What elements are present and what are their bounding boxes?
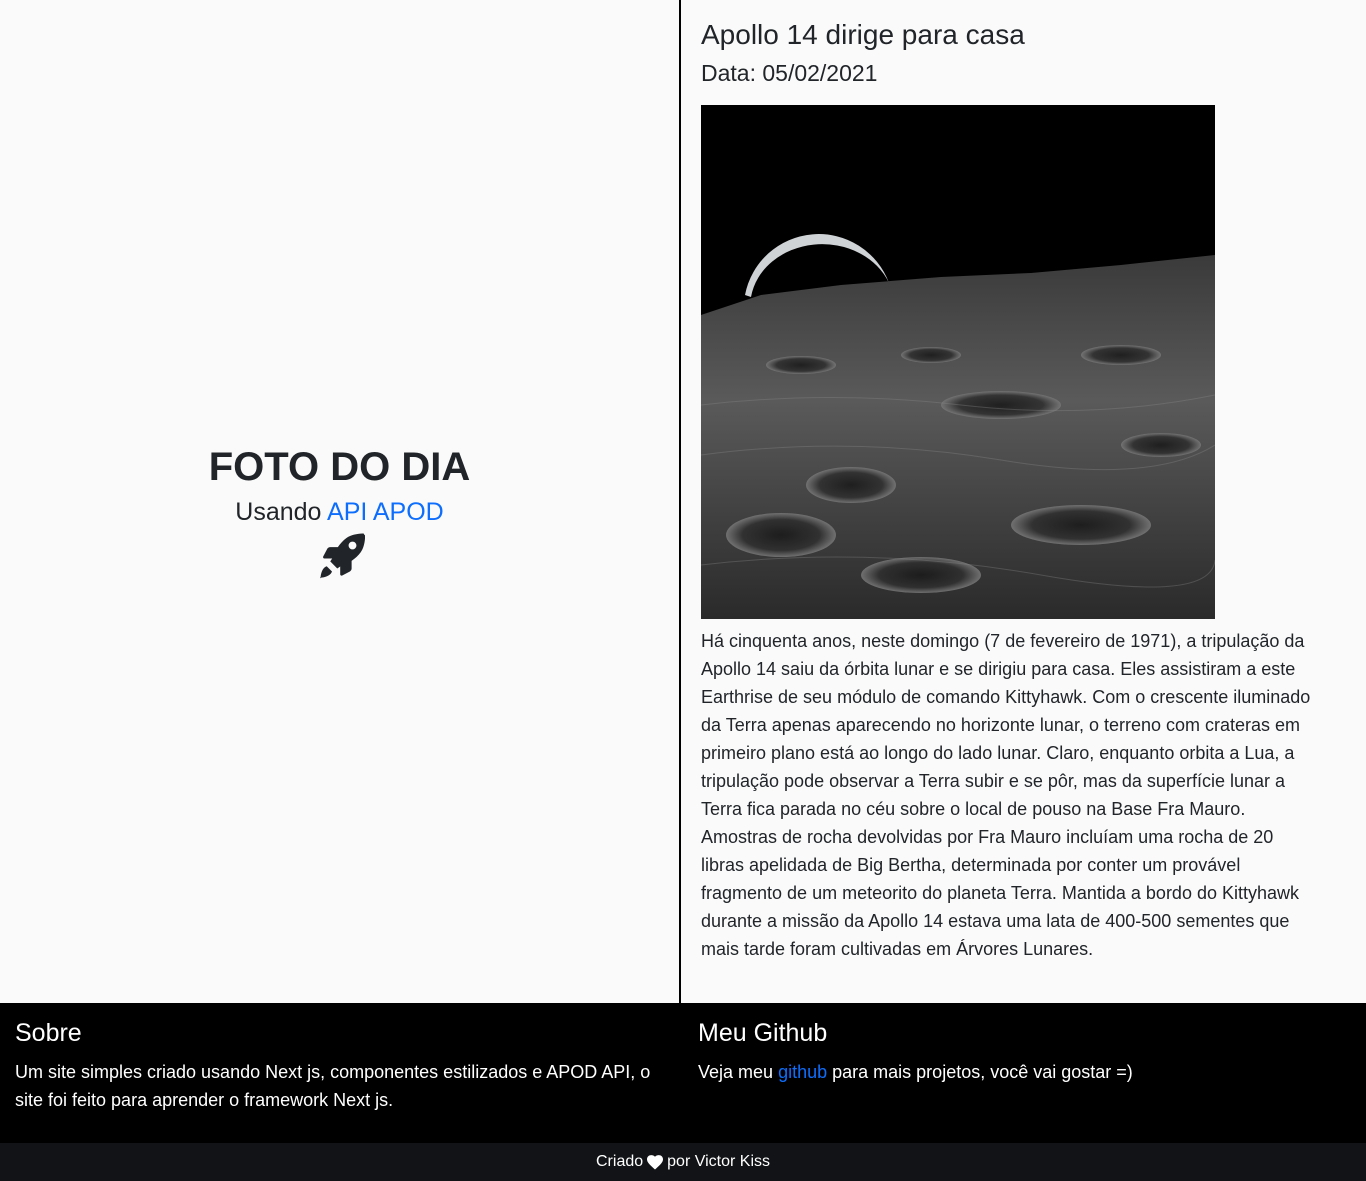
api-apod-link[interactable]: API APOD	[327, 498, 444, 526]
footer-about-title: Sobre	[15, 1019, 82, 1047]
apod-title: Apollo 14 dirige para casa	[701, 19, 1025, 50]
footer-github-text: Veja meu github para mais projetos, você…	[698, 1058, 1351, 1086]
github-link[interactable]: github	[778, 1062, 827, 1082]
apod-explanation: Há cinquenta anos, neste domingo (7 de f…	[701, 630, 1311, 959]
apod-date: Data: 05/02/2021	[701, 59, 878, 86]
footer-github-prefix: Veja meu	[698, 1062, 774, 1082]
hero-title: FOTO DO DIA	[208, 444, 471, 489]
footer-github-suffix: para mais projetos, você vai gostar =)	[832, 1062, 1133, 1082]
footer: Sobre Um site simples criado usando Next…	[0, 1003, 1366, 1143]
heart-icon	[647, 1154, 664, 1169]
apod-image	[701, 104, 1215, 619]
hero-panel: FOTO DO DIA Usando API APOD	[0, 0, 681, 1003]
main-content: FOTO DO DIA Usando API APOD Apollo 14 di…	[0, 0, 1366, 1003]
footer-github: Meu Github Veja meu github para mais pro…	[683, 1003, 1366, 1143]
footer-github-title: Meu Github	[698, 1019, 828, 1047]
credits-prefix: Criado	[596, 1153, 644, 1170]
footer-about: Sobre Um site simples criado usando Next…	[0, 1003, 683, 1143]
footer-about-text: Um site simples criado usando Next js, c…	[15, 1062, 651, 1110]
credits-bar: Criado por Victor Kiss	[0, 1143, 1366, 1181]
apod-panel: Apollo 14 dirige para casa Data: 05/02/2…	[681, 0, 1366, 1003]
hero-subtitle-prefix: Usando	[235, 497, 322, 526]
credits-suffix: por Victor Kiss	[667, 1153, 770, 1170]
rocket-icon	[319, 532, 365, 578]
hero-subtitle: Usando API APOD	[235, 498, 443, 527]
